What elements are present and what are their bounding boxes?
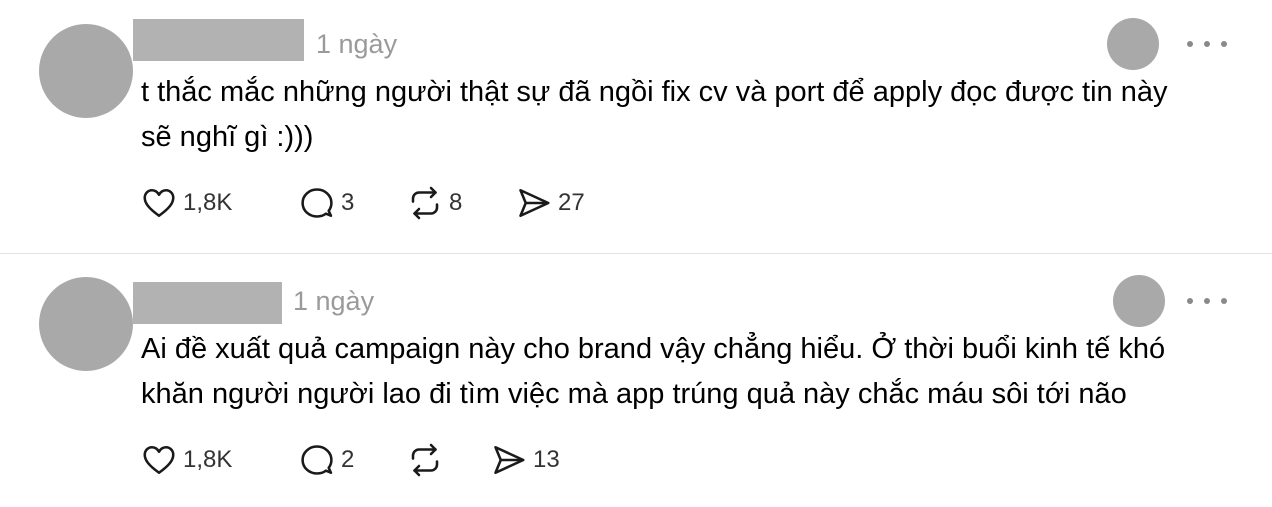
share-button[interactable]: 13 xyxy=(491,440,560,480)
share-icon xyxy=(519,188,550,218)
avatar[interactable] xyxy=(39,24,133,118)
comment-icon xyxy=(301,445,333,475)
reply-count: 3 xyxy=(341,189,355,216)
like-count: 1,8K xyxy=(183,189,233,216)
username-redacted[interactable] xyxy=(133,282,282,324)
repost-button[interactable] xyxy=(407,440,449,480)
heart-icon xyxy=(143,188,175,218)
repost-icon xyxy=(411,186,439,220)
repost-count: 8 xyxy=(449,189,463,216)
post-text: t thắc mắc những người thật sự đã ngồi f… xyxy=(141,76,1168,153)
reply-count: 2 xyxy=(341,446,355,473)
like-button[interactable]: 1,8K xyxy=(141,440,232,480)
share-count: 27 xyxy=(558,189,585,216)
repost-icon xyxy=(411,443,439,477)
thread-post: 1 ngày Ai đề xuất quả campaign này cho b… xyxy=(0,254,1272,507)
share-button[interactable]: 27 xyxy=(516,183,585,223)
username-redacted[interactable] xyxy=(133,19,304,61)
follow-avatar[interactable] xyxy=(1107,18,1159,70)
heart-icon xyxy=(143,445,175,475)
post-text: Ai đề xuất quả campaign này cho brand vậ… xyxy=(141,333,1166,410)
post-timestamp: 1 ngày xyxy=(293,286,375,316)
reply-button[interactable]: 3 xyxy=(299,183,354,223)
comment-icon xyxy=(301,188,333,218)
more-dots-icon[interactable] xyxy=(1187,289,1227,313)
repost-button[interactable]: 8 xyxy=(407,183,462,223)
reply-button[interactable]: 2 xyxy=(299,440,354,480)
follow-avatar[interactable] xyxy=(1113,275,1165,327)
avatar[interactable] xyxy=(39,277,133,371)
like-button[interactable]: 1,8K xyxy=(141,183,232,223)
share-count: 13 xyxy=(533,446,560,473)
thread-post: 1 ngày t thắc mắc những người thật sự đã… xyxy=(0,0,1272,253)
more-dots-icon[interactable] xyxy=(1187,32,1227,56)
post-timestamp: 1 ngày xyxy=(316,29,398,59)
share-icon xyxy=(494,445,525,475)
like-count: 1,8K xyxy=(183,446,233,473)
